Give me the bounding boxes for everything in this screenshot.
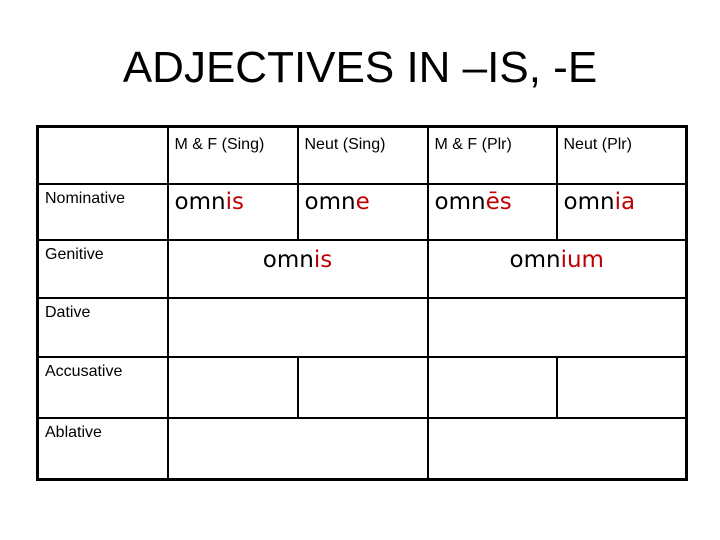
table-row-genitive: Genitive omnis omnium (36, 238, 688, 299)
genitive-sing: omnis (166, 238, 429, 299)
ending: is (313, 246, 333, 273)
table-row-ablative: Ablative (36, 416, 688, 481)
case-label-ablative: Ablative (36, 416, 169, 481)
ending: e (355, 188, 370, 215)
accusative-neut-sing (296, 355, 429, 419)
genitive-plr: omnium (426, 238, 688, 299)
accusative-mf-sing (166, 355, 299, 419)
ending: ia (614, 188, 636, 215)
case-label-dative: Dative (36, 296, 169, 358)
stem: omn (563, 188, 615, 215)
header-mf-sing: M & F (Sing) (166, 125, 299, 185)
accusative-neut-plr (555, 355, 688, 419)
nominative-neut-sing: omne (296, 182, 429, 241)
nominative-mf-sing: omnis (166, 182, 299, 241)
case-label-genitive: Genitive (36, 238, 169, 299)
table-row-nominative: Nominative omnis omne omnēs omnia (36, 182, 688, 241)
ending: is (225, 188, 244, 215)
dative-plr (426, 296, 688, 358)
stem: omn (434, 188, 486, 215)
nominative-mf-plr: omnēs (426, 182, 558, 241)
nominative-neut-plr: omnia (555, 182, 688, 241)
stem: omn (174, 188, 226, 215)
table-row-accusative: Accusative (36, 355, 688, 419)
case-label-nominative: Nominative (36, 182, 169, 241)
header-neut-sing: Neut (Sing) (296, 125, 429, 185)
table-row-dative: Dative (36, 296, 688, 358)
ending: ēs (485, 188, 512, 215)
stem: omn (304, 188, 356, 215)
ablative-plr (426, 416, 688, 481)
header-neut-plr: Neut (Plr) (555, 125, 688, 185)
ending: ium (560, 246, 604, 273)
stem: omn (509, 246, 561, 273)
dative-sing (166, 296, 429, 358)
header-corner (36, 125, 169, 185)
stem: omn (262, 246, 314, 273)
header-row: M & F (Sing) Neut (Sing) M & F (Plr) Neu… (36, 125, 688, 185)
declension-table: M & F (Sing) Neut (Sing) M & F (Plr) Neu… (36, 125, 688, 481)
slide-title: ADJECTIVES IN –IS, -E (122, 43, 598, 92)
case-label-accusative: Accusative (36, 355, 169, 419)
accusative-mf-plr (426, 355, 558, 419)
ablative-sing (166, 416, 429, 481)
header-mf-plr: M & F (Plr) (426, 125, 558, 185)
